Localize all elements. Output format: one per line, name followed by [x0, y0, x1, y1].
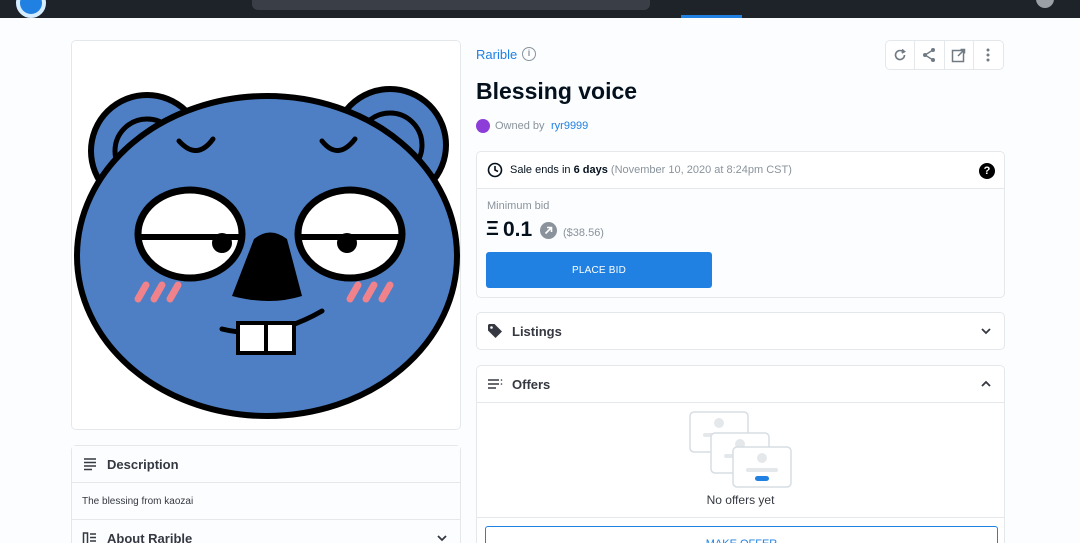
- active-nav-tab-indicator: [681, 15, 742, 18]
- about-label: About Rarible: [107, 531, 193, 543]
- list-icon: [488, 379, 503, 389]
- listings-panel: Listings: [476, 312, 1005, 350]
- chevron-up-icon: [981, 380, 991, 387]
- tag-icon: [488, 324, 502, 338]
- offers-header[interactable]: Offers: [477, 366, 1004, 403]
- description-panel: Description The blessing from kaozai Abo…: [71, 445, 461, 543]
- clock-icon: [487, 162, 503, 178]
- share-icon: [923, 48, 936, 62]
- sale-panel: Sale ends in 6 days (November 10, 2020 a…: [476, 151, 1005, 298]
- collection-link[interactable]: Rarible: [476, 47, 517, 62]
- more-vertical-icon: [986, 48, 990, 62]
- bid-usd-value: ($38.56): [563, 227, 604, 239]
- asset-image-frame[interactable]: [71, 40, 461, 430]
- top-navigation-bar: [0, 0, 1080, 18]
- asset-image: [72, 41, 460, 429]
- asset-action-bar: [885, 40, 1004, 70]
- info-icon[interactable]: i: [522, 47, 536, 61]
- bid-amount: 0.1: [503, 218, 533, 241]
- sale-ends-in: 6 days: [573, 164, 608, 176]
- share-button[interactable]: [915, 41, 945, 69]
- sale-end-date: (November 10, 2020 at 8:24pm CST): [610, 164, 792, 176]
- search-input[interactable]: [252, 0, 650, 10]
- place-bid-button[interactable]: PLACE BID: [486, 252, 712, 288]
- listings-header[interactable]: Listings: [477, 313, 1004, 349]
- offers-label: Offers: [512, 377, 551, 392]
- chevron-down-icon: [437, 535, 447, 542]
- help-icon[interactable]: ?: [979, 163, 995, 179]
- user-avatar[interactable]: [1036, 0, 1054, 8]
- price-trend-icon: [540, 222, 557, 239]
- asset-title: Blessing voice: [476, 78, 638, 104]
- description-lines-icon: [84, 458, 96, 471]
- eth-icon: Ξ: [486, 218, 499, 240]
- chevron-down-icon: [981, 328, 991, 335]
- listings-label: Listings: [512, 324, 562, 339]
- sale-ends-text: Sale ends in 6 days (November 10, 2020 a…: [510, 164, 792, 176]
- make-offer-button[interactable]: MAKE OFFER: [485, 526, 998, 543]
- sale-header: Sale ends in 6 days (November 10, 2020 a…: [477, 152, 1004, 189]
- description-text: The blessing from kaozai: [82, 496, 194, 507]
- refresh-button[interactable]: [886, 41, 916, 69]
- minimum-bid-label: Minimum bid: [487, 200, 550, 212]
- description-body: The blessing from kaozai: [72, 483, 460, 520]
- owner-avatar[interactable]: [476, 119, 490, 133]
- owner-link[interactable]: ryr9999: [551, 120, 588, 132]
- opensea-logo[interactable]: [16, 0, 46, 18]
- description-header[interactable]: Description: [72, 446, 460, 483]
- no-offers-text: No offers yet: [706, 493, 775, 507]
- more-options-button[interactable]: [974, 41, 1003, 69]
- external-link-icon: [951, 48, 966, 62]
- open-external-button[interactable]: [945, 41, 974, 69]
- refresh-icon: [894, 48, 907, 61]
- empty-offers-illustration: [689, 411, 792, 488]
- owned-by-label: Owned by: [495, 120, 545, 132]
- offers-divider: [477, 517, 1004, 518]
- about-icon: [82, 532, 96, 543]
- sale-ends-prefix: Sale ends in: [510, 164, 571, 176]
- description-label: Description: [107, 457, 179, 472]
- about-header[interactable]: About Rarible: [72, 520, 460, 543]
- offers-panel: Offers No offers yet MAKE OFFER: [476, 365, 1005, 543]
